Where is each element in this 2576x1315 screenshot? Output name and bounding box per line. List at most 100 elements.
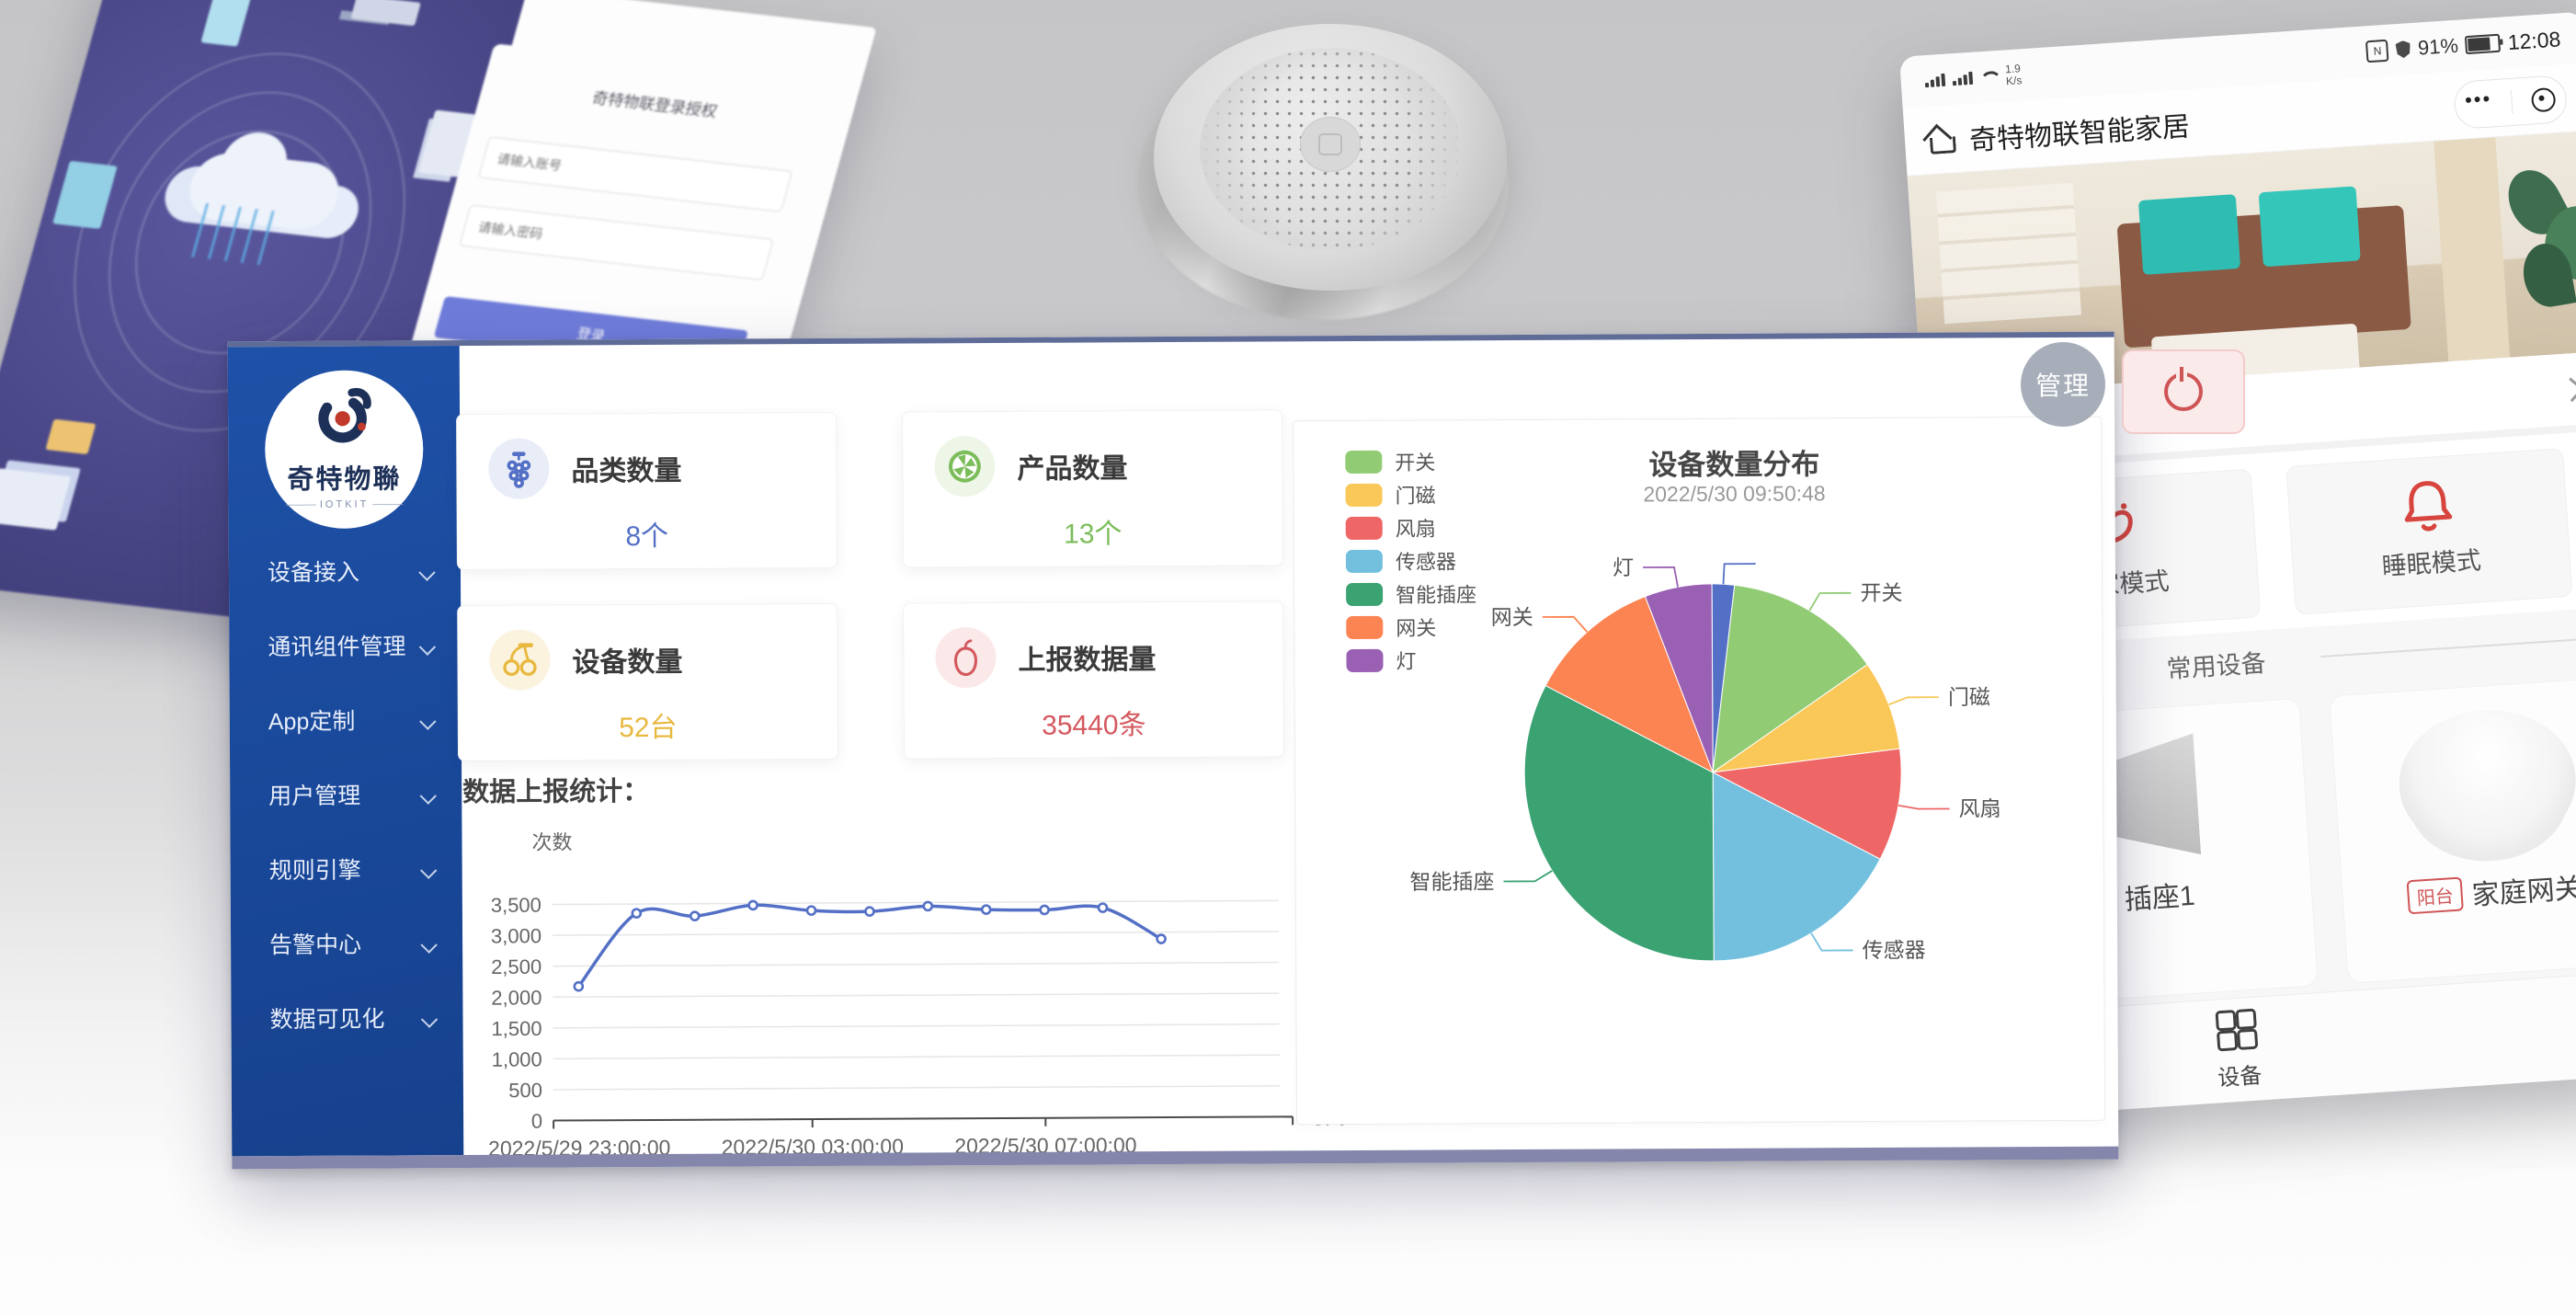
gridline bbox=[553, 900, 1279, 904]
network-speed: 1.9 K/s bbox=[2005, 63, 2023, 87]
battery-percent: 91% bbox=[2417, 34, 2459, 61]
stat-value: 13个 bbox=[904, 509, 1282, 552]
password-field[interactable] bbox=[459, 205, 773, 280]
stat-label: 产品数量 bbox=[1017, 445, 1127, 486]
admin-dashboard-window: 奇特物聯 IOTKIT 设备接入 通讯组件管理 App定制 用户管理 规则引擎 … bbox=[228, 332, 2119, 1170]
line-point[interactable] bbox=[749, 901, 758, 909]
manage-badge[interactable]: 管理 bbox=[2021, 342, 2105, 427]
shield-icon bbox=[2395, 40, 2411, 59]
cushion bbox=[2137, 194, 2240, 274]
stat-value: 35440条 bbox=[905, 701, 1283, 743]
pie-slice-label: 传感器 bbox=[1862, 938, 1925, 962]
y-tick-label: 2,500 bbox=[491, 955, 541, 978]
sidebar-item-comm-components[interactable]: 通讯组件管理 bbox=[229, 610, 461, 685]
power-mode-button[interactable] bbox=[2122, 349, 2245, 434]
legend-item[interactable]: 门磁 bbox=[1345, 477, 1476, 511]
y-tick-label: 1,000 bbox=[492, 1047, 542, 1070]
clock-time: 12:08 bbox=[2507, 27, 2561, 55]
mode-label: 睡眠模式 bbox=[2293, 534, 2570, 589]
mode-card-sleep[interactable]: 睡眠模式 bbox=[2285, 448, 2572, 615]
nav-item-devices[interactable]: 设备 bbox=[2181, 1006, 2297, 1094]
room-tag: 阳台 bbox=[2407, 876, 2464, 914]
pie-chart-subtitle: 2022/5/30 09:50:48 bbox=[1413, 480, 2055, 509]
stat-card-devices: 设备数量 52台 bbox=[457, 603, 838, 761]
gridline bbox=[553, 993, 1279, 997]
line-point[interactable] bbox=[690, 912, 699, 920]
home-icon[interactable] bbox=[1926, 125, 1955, 154]
line-point[interactable] bbox=[807, 907, 815, 915]
pear-icon bbox=[935, 627, 996, 688]
chevron-down-icon bbox=[419, 639, 436, 656]
nav-item-profile[interactable]: 我的 bbox=[2551, 981, 2576, 1069]
line-point[interactable] bbox=[575, 982, 583, 990]
gridline bbox=[553, 1024, 1280, 1028]
rule-line bbox=[2320, 638, 2576, 658]
chevron-down-icon bbox=[419, 714, 436, 730]
y-tick-label: 3,500 bbox=[491, 894, 541, 917]
pie-callout-line bbox=[1898, 806, 1950, 809]
stat-label: 上报数据量 bbox=[1018, 636, 1156, 678]
shelf bbox=[1936, 183, 2081, 325]
satellite-icon bbox=[350, 0, 421, 26]
line-point[interactable] bbox=[982, 906, 990, 914]
speaker-logo-cap bbox=[1300, 117, 1361, 172]
y-tick-label: 3,000 bbox=[491, 924, 541, 947]
grapes-icon bbox=[488, 439, 549, 499]
isometric-screen bbox=[200, 0, 251, 47]
close-circle-icon[interactable] bbox=[2531, 86, 2557, 112]
pie-callout-line bbox=[1643, 567, 1678, 588]
gridline bbox=[553, 1055, 1280, 1058]
sidebar-item-rule-engine[interactable]: 规则引擎 bbox=[230, 833, 462, 909]
gridline bbox=[553, 963, 1279, 966]
nfc-icon: N bbox=[2365, 40, 2389, 63]
couch bbox=[2116, 205, 2411, 348]
line-point[interactable] bbox=[865, 908, 873, 916]
x-axis bbox=[553, 1116, 1293, 1120]
stat-value: 52台 bbox=[459, 703, 838, 746]
line-point[interactable] bbox=[1157, 935, 1166, 943]
device-card-gateway[interactable]: 阳台 家庭网关 bbox=[2329, 676, 2576, 984]
chevron-right-icon bbox=[2559, 377, 2576, 402]
stat-label: 设备数量 bbox=[572, 639, 682, 680]
sidebar-item-app-custom[interactable]: App定制 bbox=[230, 684, 462, 760]
legend-swatch bbox=[1346, 516, 1383, 539]
sidebar-item-alert-center[interactable]: 告警中心 bbox=[231, 908, 462, 983]
line-point[interactable] bbox=[1099, 904, 1107, 912]
stat-card-reports: 上报数据量 35440条 bbox=[903, 600, 1284, 759]
pie-slice-label: 门磁 bbox=[1948, 685, 1990, 709]
lime-icon bbox=[934, 436, 995, 497]
plant bbox=[2497, 152, 2576, 357]
battery-icon bbox=[2465, 34, 2501, 54]
sidebar: 奇特物聯 IOTKIT 设备接入 通讯组件管理 App定制 用户管理 规则引擎 … bbox=[228, 346, 464, 1156]
device-distribution-pie: 开关门磁风扇传感器智能插座网关灯 bbox=[1350, 535, 2051, 1109]
composite-scene: 奇特物联登录授权 登录 1.9 K/s N 91% bbox=[0, 0, 2576, 1315]
device-distribution-panel: 设备数量分布 2022/5/30 09:50:48 开关门磁风扇传感器智能插座网… bbox=[1293, 417, 2105, 1126]
socket-image bbox=[2105, 733, 2202, 860]
signal-bars-icon bbox=[1924, 74, 1945, 87]
sidebar-item-data-visual[interactable]: 数据可见化 bbox=[231, 982, 462, 1058]
chevron-down-icon bbox=[420, 937, 437, 954]
pie-callout-line bbox=[1888, 697, 1939, 704]
sidebar-item-user-mgmt[interactable]: 用户管理 bbox=[230, 759, 462, 834]
pie-callout-line bbox=[1543, 617, 1588, 633]
miniprogram-controls: ••• bbox=[2453, 74, 2568, 130]
line-point[interactable] bbox=[633, 909, 641, 918]
more-menu-icon[interactable]: ••• bbox=[2465, 98, 2492, 109]
cherries-icon bbox=[489, 630, 550, 691]
gateway-image bbox=[2395, 704, 2576, 859]
line-point[interactable] bbox=[1041, 906, 1049, 914]
chevron-down-icon bbox=[420, 863, 437, 879]
brand-subtitle: IOTKIT bbox=[266, 498, 424, 510]
y-tick-label: 0 bbox=[531, 1110, 542, 1133]
nav-label: 我的 bbox=[2554, 1030, 2576, 1069]
chevron-down-icon bbox=[418, 565, 435, 581]
sidebar-item-device-access[interactable]: 设备接入 bbox=[229, 535, 461, 611]
username-field[interactable] bbox=[478, 137, 792, 212]
circuit-lines bbox=[191, 203, 289, 267]
pie-slice-label: 风扇 bbox=[1959, 796, 2001, 820]
pie-callout-line bbox=[1503, 871, 1552, 882]
speaker-top bbox=[1154, 24, 1507, 291]
stat-value: 8个 bbox=[458, 512, 837, 555]
legend-item[interactable]: 开关 bbox=[1345, 444, 1476, 478]
line-point[interactable] bbox=[924, 902, 932, 910]
